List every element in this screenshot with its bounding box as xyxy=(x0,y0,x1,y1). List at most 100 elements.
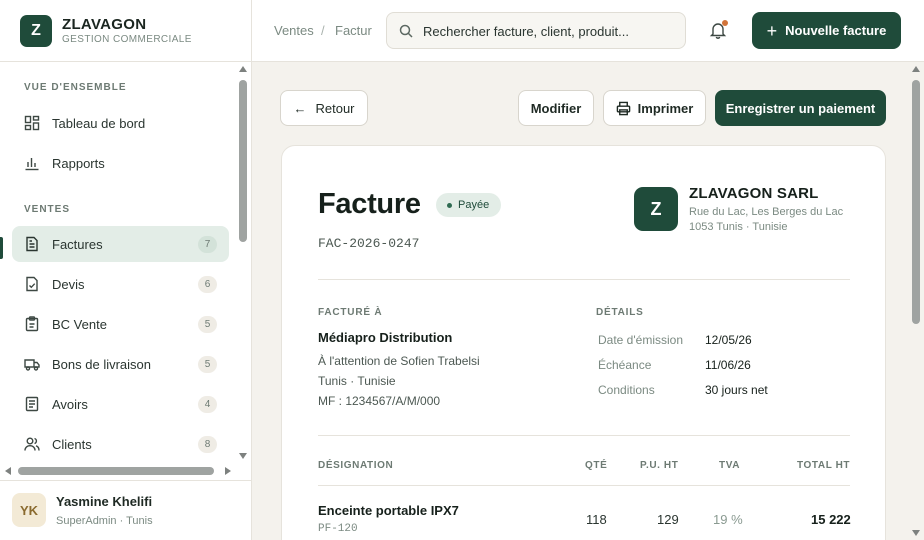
item-unit-price: 129 xyxy=(657,512,679,527)
scroll-left-arrow[interactable] xyxy=(5,467,11,475)
sidebar-item-purchase-orders[interactable]: BC Vente 5 xyxy=(12,306,229,342)
sidebar-item-reports[interactable]: Rapports xyxy=(12,145,229,181)
main-vertical-scrollbar[interactable] xyxy=(912,80,920,324)
column-header-unit-price: P.U. HT xyxy=(640,460,679,471)
status-badge: Payée xyxy=(436,193,502,217)
back-button[interactable]: ← Retour xyxy=(280,90,368,126)
invoice-icon xyxy=(26,236,38,252)
column-header-total: TOTAL HT xyxy=(797,460,851,471)
details-label: DÉTAILS xyxy=(596,307,644,318)
print-button[interactable]: Imprimer xyxy=(603,90,706,126)
sidebar-item-label: Devis xyxy=(52,277,85,292)
invoice-document: Facture Payée FAC-2026-0247 Z ZLAVAGON S… xyxy=(281,145,886,540)
bar-chart-icon xyxy=(25,158,39,171)
count-badge: 7 xyxy=(198,236,217,253)
column-header-vat: TVA xyxy=(719,460,741,471)
sidebar-nav: VUE D'ENSEMBLE Tableau de bord Rapports … xyxy=(0,62,251,478)
client-attention: À l'attention de Sofien Trabelsi xyxy=(318,354,480,368)
main-scroll-down-arrow[interactable] xyxy=(912,530,920,536)
sidebar: Z ZLAVAGON GESTION COMMERCIALE VUE D'ENS… xyxy=(0,0,252,540)
sidebar-item-dashboard[interactable]: Tableau de bord xyxy=(12,105,229,141)
detail-key-issue-date: Date d'émission xyxy=(598,333,683,347)
clipboard-icon xyxy=(25,316,39,332)
edit-button[interactable]: Modifier xyxy=(518,90,594,126)
user-name: Yasmine Khelifi xyxy=(56,494,153,509)
scroll-down-arrow[interactable] xyxy=(239,453,247,459)
count-badge: 4 xyxy=(198,396,217,413)
sidebar-item-label: Bons de livraison xyxy=(52,357,151,372)
status-dot xyxy=(447,203,452,208)
section-label-sales: VENTES xyxy=(24,204,71,215)
main-scroll-up-arrow[interactable] xyxy=(912,66,920,72)
sidebar-item-credit-notes[interactable]: Avoirs 4 xyxy=(12,386,229,422)
count-badge: 5 xyxy=(198,316,217,333)
billed-to-label: FACTURÉ À xyxy=(318,307,383,318)
item-designation: Enceinte portable IPX7 xyxy=(318,503,459,518)
column-header-qty: QTÉ xyxy=(585,460,608,471)
count-badge: 6 xyxy=(198,276,217,293)
breadcrumb-current: Factur xyxy=(335,23,372,38)
sidebar-item-label: Tableau de bord xyxy=(52,116,146,131)
users-icon xyxy=(24,437,40,451)
item-total: 15 222 xyxy=(811,512,851,527)
detail-value-terms: 30 jours net xyxy=(705,383,768,397)
sidebar-item-label: Clients xyxy=(52,437,92,452)
client-name: Médiapro Distribution xyxy=(318,330,453,345)
sidebar-item-clients[interactable]: Clients 8 xyxy=(12,426,229,462)
breadcrumb-sales[interactable]: Ventes xyxy=(274,23,314,38)
active-indicator xyxy=(0,237,3,259)
sidebar-item-quotes[interactable]: Devis 6 xyxy=(12,266,229,302)
company-address-line-2: 1053 Tunis · Tunisie xyxy=(689,221,788,233)
company-address-line-1: Rue du Lac, Les Berges du Lac xyxy=(689,206,844,218)
credit-note-icon xyxy=(25,396,39,412)
brand-logo: Z xyxy=(20,15,52,47)
detail-value-due-date: 11/06/26 xyxy=(705,358,751,372)
topbar: Ventes / Factur + Nouvelle facture xyxy=(252,0,924,62)
notification-dot xyxy=(722,20,728,26)
detail-key-due-date: Échéance xyxy=(598,358,652,372)
company-name: ZLAVAGON SARL xyxy=(689,185,819,202)
sidebar-item-invoices[interactable]: Factures 7 xyxy=(12,226,229,262)
item-reference: PF-120 xyxy=(318,523,358,535)
sidebar-horizontal-scrollbar[interactable] xyxy=(18,467,214,475)
section-label-overview: VUE D'ENSEMBLE xyxy=(24,82,127,93)
invoice-title: Facture xyxy=(318,188,421,220)
record-payment-button[interactable]: Enregistrer un paiement xyxy=(715,90,886,126)
detail-value-issue-date: 12/05/26 xyxy=(705,333,752,347)
company-logo: Z xyxy=(634,187,678,231)
plus-icon: + xyxy=(766,20,778,41)
divider xyxy=(318,485,850,486)
brand-subtitle: GESTION COMMERCIALE xyxy=(62,34,192,45)
search-box[interactable] xyxy=(386,12,686,49)
item-qty: 118 xyxy=(586,512,607,527)
divider xyxy=(318,435,850,436)
breadcrumb-separator: / xyxy=(321,23,325,38)
item-vat: 19 % xyxy=(713,512,743,527)
sidebar-vertical-scrollbar[interactable] xyxy=(239,80,247,242)
printer-icon xyxy=(616,101,630,115)
detail-key-terms: Conditions xyxy=(598,383,655,397)
sidebar-item-label: Factures xyxy=(52,237,103,252)
user-profile[interactable]: YK Yasmine Khelifi SuperAdmin · Tunis xyxy=(0,480,251,540)
client-location: Tunis · Tunisie xyxy=(318,374,396,388)
search-icon xyxy=(399,24,413,38)
search-input[interactable] xyxy=(423,22,678,40)
divider xyxy=(318,279,850,280)
invoice-number: FAC-2026-0247 xyxy=(318,236,420,251)
truck-icon xyxy=(24,359,40,371)
sidebar-item-label: Avoirs xyxy=(52,397,88,412)
sidebar-item-label: Rapports xyxy=(52,156,105,171)
avatar: YK xyxy=(12,493,46,527)
quote-icon xyxy=(26,276,38,292)
new-invoice-button[interactable]: + Nouvelle facture xyxy=(752,12,901,49)
scroll-up-arrow[interactable] xyxy=(239,66,247,72)
client-tax-id: MF : 1234567/A/M/000 xyxy=(318,394,441,408)
brand[interactable]: Z ZLAVAGON GESTION COMMERCIALE xyxy=(0,0,251,62)
count-badge: 8 xyxy=(198,436,217,453)
sidebar-item-delivery-notes[interactable]: Bons de livraison 5 xyxy=(12,346,229,382)
scroll-right-arrow[interactable] xyxy=(225,467,231,475)
arrow-left-icon: ← xyxy=(293,100,307,116)
dashboard-icon xyxy=(24,115,40,131)
sidebar-item-label: BC Vente xyxy=(52,317,107,332)
count-badge: 5 xyxy=(198,356,217,373)
